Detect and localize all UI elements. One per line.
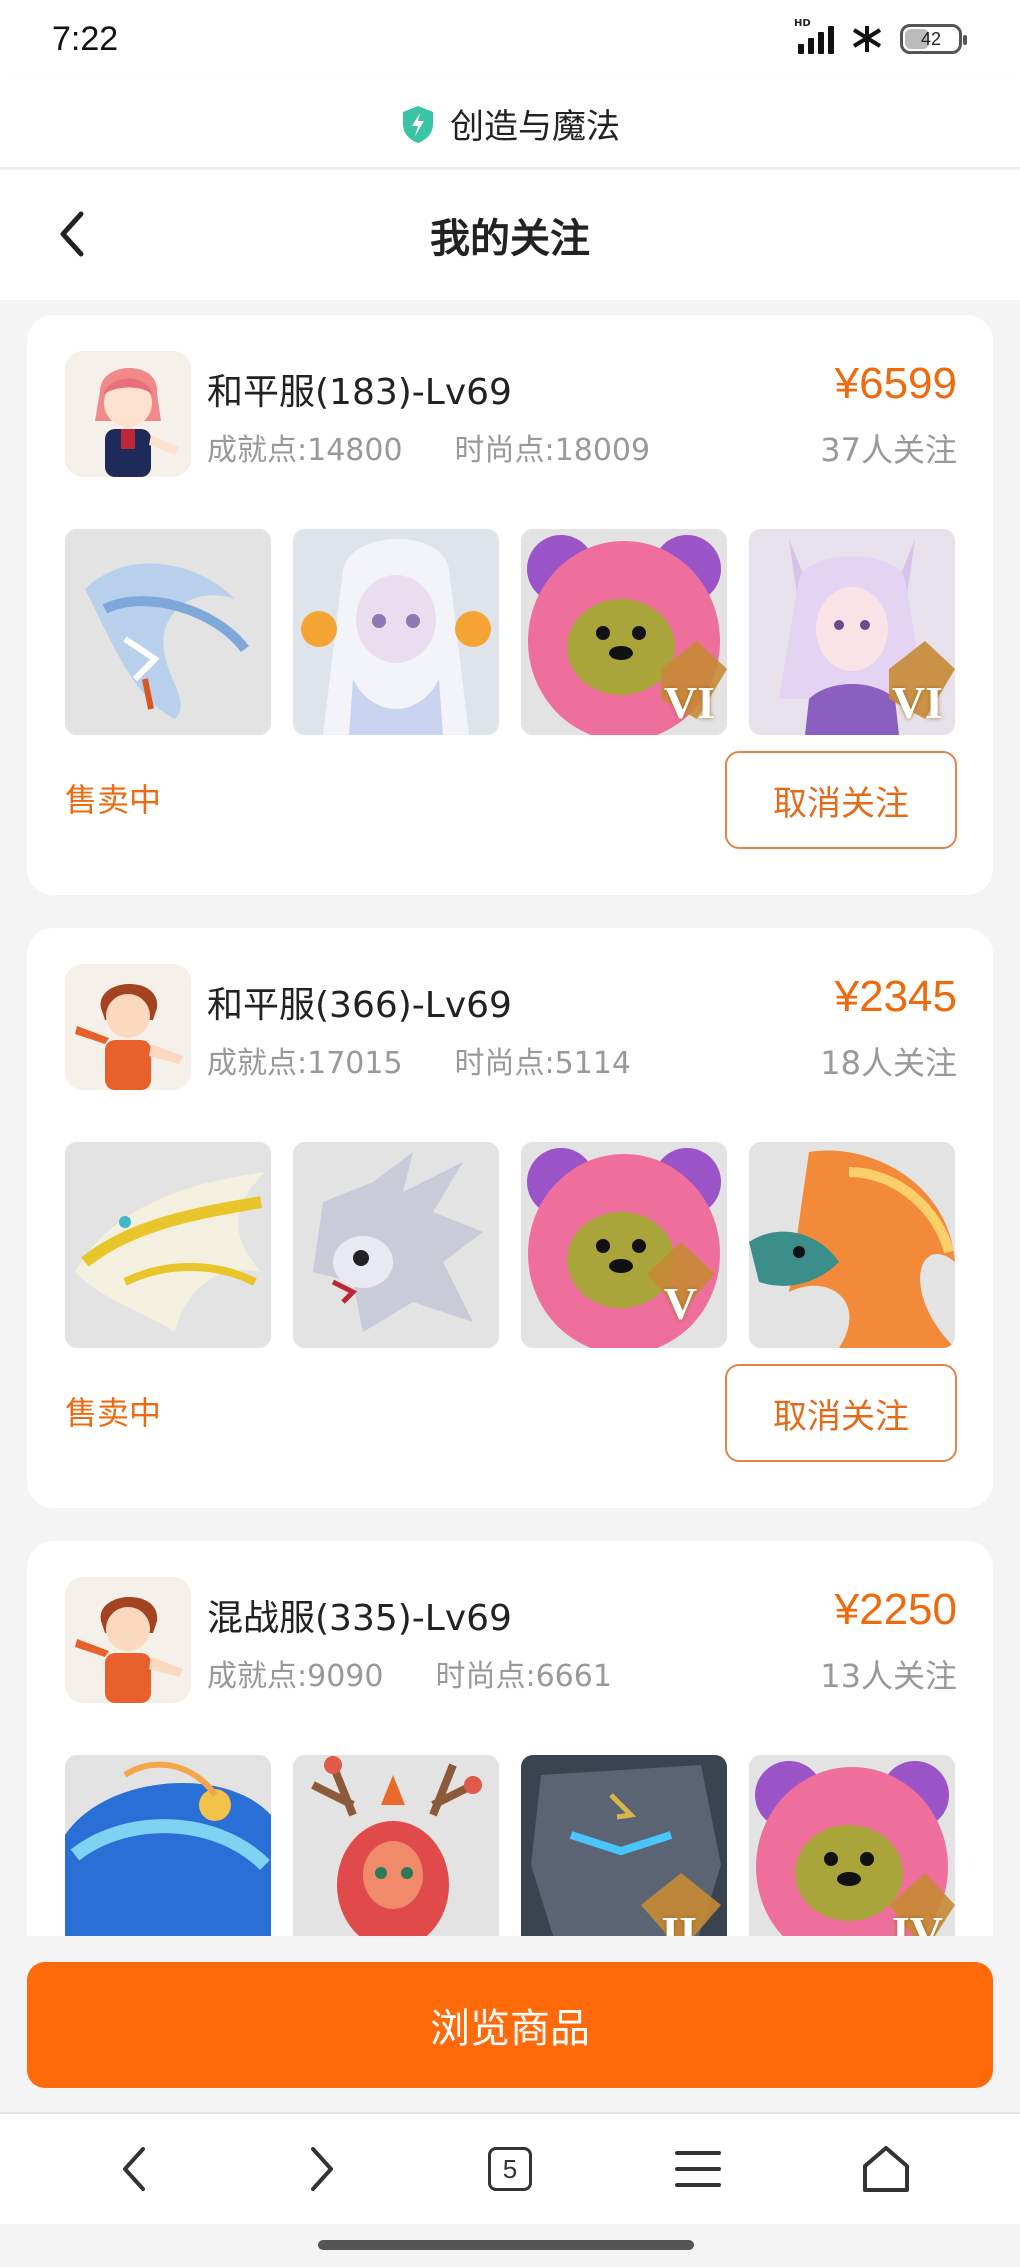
tier-badge: VI	[891, 677, 943, 728]
item-thumbnail[interactable]	[293, 1142, 499, 1348]
server-name: 和平服(183)-Lv69	[207, 372, 512, 413]
browser-menu-button[interactable]	[658, 2129, 738, 2209]
item-thumbnail[interactable]: VI	[521, 529, 727, 735]
server-name: 和平服(366)-Lv69	[207, 985, 512, 1026]
chevron-left-icon	[123, 2147, 145, 2191]
browse-products-button[interactable]: 浏览商品	[27, 1962, 993, 2088]
shield-bolt-icon	[400, 104, 436, 144]
item-thumbnail[interactable]: V	[521, 1142, 727, 1348]
listing-card[interactable]: 和平服(183)-Lv69 成就点:14800 时尚点:18009 ¥6599 3…	[27, 315, 993, 895]
status-time: 7:22	[52, 20, 119, 58]
app-title-bar: 创造与魔法	[0, 80, 1020, 168]
stats: 成就点:14800 时尚点:18009	[207, 425, 650, 469]
server-name: 混战服(335)-Lv69	[207, 1598, 512, 1639]
character-avatar	[65, 1577, 191, 1703]
character-avatar	[65, 351, 191, 477]
page-header: 我的关注	[0, 170, 1020, 300]
bluetooth-icon	[852, 26, 882, 52]
character-avatar	[65, 964, 191, 1090]
price: ¥6599	[834, 359, 957, 408]
achievement-points: 成就点:14800	[207, 433, 403, 468]
stats: 成就点:9090 时尚点:6661	[207, 1651, 612, 1695]
achievement-points: 成就点:9090	[207, 1659, 384, 1694]
item-thumbnails: V	[65, 1142, 955, 1348]
unfollow-button[interactable]: 取消关注	[725, 751, 957, 849]
browser-nav-bar: 5	[0, 2114, 1020, 2224]
browser-forward-button[interactable]	[282, 2129, 362, 2209]
item-thumbnails: VI VI	[65, 529, 955, 735]
item-thumbnail[interactable]	[65, 529, 271, 735]
sale-status: 售卖中	[65, 781, 162, 819]
listing-card[interactable]: 混战服(335)-Lv69 成就点:9090 时尚点:6661 ¥2250 13人…	[27, 1541, 993, 1936]
fashion-points: 时尚点:6661	[435, 1659, 612, 1694]
item-thumbnail[interactable]	[293, 529, 499, 735]
item-thumbnail[interactable]	[293, 1755, 499, 1936]
battery-icon: 42	[900, 24, 967, 54]
tier-badge: VI	[663, 677, 715, 728]
browser-home-button[interactable]	[846, 2129, 926, 2209]
follower-count: 13人关注	[820, 1657, 957, 1695]
browser-back-button[interactable]	[94, 2129, 174, 2209]
item-thumbnail[interactable]: II	[521, 1755, 727, 1936]
fashion-points: 时尚点:18009	[454, 433, 651, 468]
back-button[interactable]	[44, 206, 100, 262]
item-thumbnail[interactable]	[749, 1142, 955, 1348]
follower-count: 18人关注	[820, 1044, 957, 1082]
item-thumbnail[interactable]	[65, 1755, 271, 1936]
home-icon	[863, 2146, 909, 2192]
signal-icon: HD	[794, 18, 834, 54]
status-bar: 7:22 HD 42	[0, 0, 1020, 80]
home-indicator[interactable]	[318, 2240, 694, 2250]
stats: 成就点:17015 时尚点:5114	[207, 1038, 631, 1082]
status-icons: HD 42	[794, 18, 967, 54]
tabs-icon: 5	[488, 2147, 532, 2191]
tier-badge: IV	[891, 1907, 943, 1936]
browser-tabs-button[interactable]: 5	[470, 2129, 550, 2209]
tier-badge: V	[663, 1278, 697, 1329]
achievement-points: 成就点:17015	[207, 1046, 403, 1081]
chevron-right-icon	[311, 2147, 333, 2191]
item-thumbnail[interactable]: VI	[749, 529, 955, 735]
page-title: 我的关注	[430, 216, 590, 262]
follower-count: 37人关注	[820, 431, 957, 469]
tier-badge: II	[661, 1907, 697, 1936]
fashion-points: 时尚点:5114	[454, 1046, 632, 1081]
menu-icon	[675, 2151, 721, 2187]
item-thumbnails: II IV	[65, 1755, 955, 1936]
price: ¥2250	[834, 1585, 957, 1634]
chevron-left-icon	[60, 211, 84, 257]
listing-card[interactable]: 和平服(366)-Lv69 成就点:17015 时尚点:5114 ¥2345 18…	[27, 928, 993, 1508]
app-title: 创造与魔法	[450, 107, 620, 147]
sale-status: 售卖中	[65, 1394, 162, 1432]
item-thumbnail[interactable]: IV	[749, 1755, 955, 1936]
unfollow-button[interactable]: 取消关注	[725, 1364, 957, 1462]
item-thumbnail[interactable]	[65, 1142, 271, 1348]
price: ¥2345	[834, 972, 957, 1021]
tabs-count: 5	[502, 2153, 518, 2184]
followed-listings[interactable]: 和平服(183)-Lv69 成就点:14800 时尚点:18009 ¥6599 3…	[0, 300, 1020, 1936]
